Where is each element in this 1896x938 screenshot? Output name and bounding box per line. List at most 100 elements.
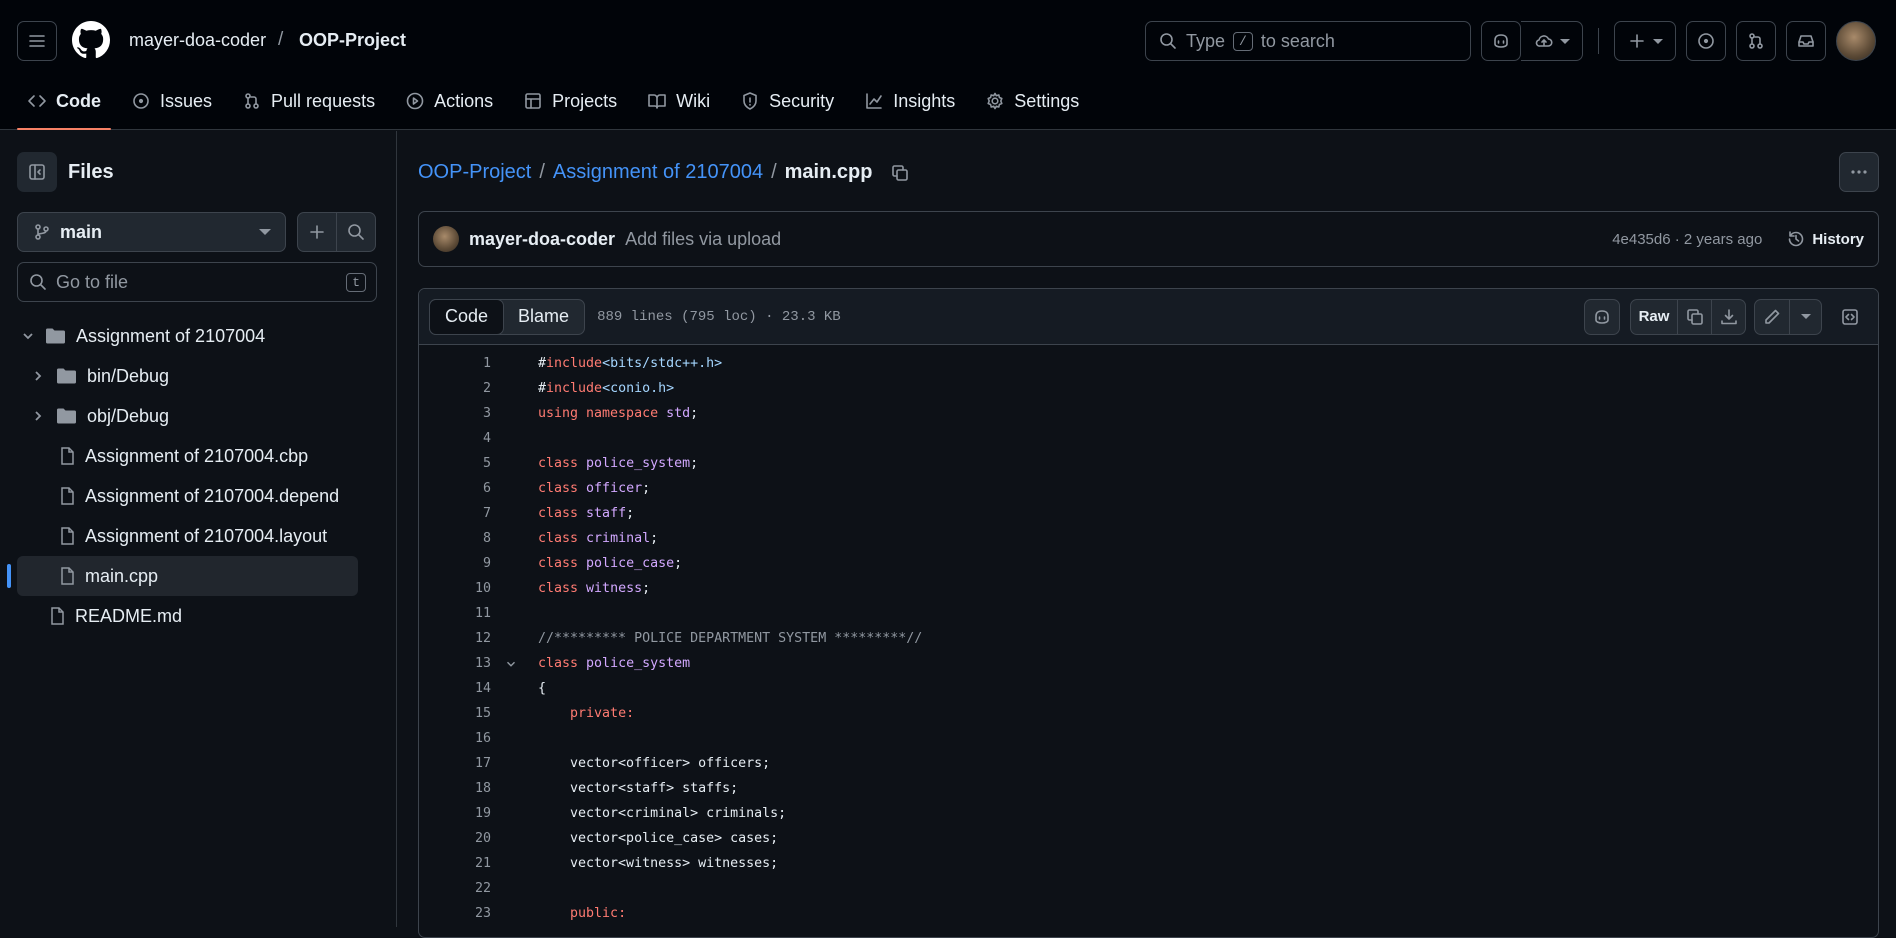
line-number[interactable]: 21 [419,856,491,871]
copy-raw-button[interactable] [1678,298,1712,335]
line-number[interactable]: 20 [419,831,491,846]
line-number[interactable]: 17 [419,756,491,771]
tree-item-folder[interactable]: obj/Debug [0,396,397,436]
line-number[interactable]: 7 [419,506,491,521]
line-number[interactable]: 14 [419,681,491,696]
symbols-panel-button[interactable] [1832,299,1868,335]
issues-button[interactable] [1686,21,1726,61]
create-new-button[interactable] [1614,21,1676,61]
file-stats: 889 lines (795 loc) · 23.3 KB [597,308,841,325]
line-number[interactable]: 4 [419,431,491,446]
code-line: 12 //********* POLICE DEPARTMENT SYSTEM *… [419,626,1878,651]
tab-wiki[interactable]: Wiki [637,82,720,120]
code-view-tab[interactable]: Code [429,298,505,335]
github-logo-icon[interactable] [72,21,110,59]
code-text: vector<police_case> cases; [538,831,779,846]
search-input[interactable]: Type / to search [1145,21,1471,61]
tree-item-file[interactable]: Assignment of 2107004.layout [0,516,397,556]
commit-message-link[interactable]: Add files via upload [625,229,781,250]
add-file-button[interactable] [297,212,337,252]
menu-button[interactable] [17,21,57,61]
search-icon [30,274,46,290]
more-options-button[interactable] [1839,152,1879,192]
code-text: class criminal; [538,531,659,546]
file-view: OOP-Project / Assignment of 2107004 / ma… [398,131,1896,938]
tab-security[interactable]: Security [730,82,844,120]
edit-options-button[interactable] [1790,298,1822,335]
line-number[interactable]: 6 [419,481,491,496]
code-line: 5 class police_system; [419,451,1878,476]
tab-insights[interactable]: Insights [854,82,965,120]
copilot-button[interactable] [1481,21,1521,61]
tree-item-file-selected[interactable]: main.cpp [7,556,358,596]
line-number[interactable]: 12 [419,631,491,646]
line-number[interactable]: 1 [419,356,491,371]
line-number[interactable]: 10 [419,581,491,596]
copilot-icon [1494,34,1508,48]
tab-issues[interactable]: Issues [121,82,222,120]
copilot-menu-button[interactable] [1521,21,1583,61]
collapse-sidebar-button[interactable] [17,152,57,192]
tab-settings[interactable]: Settings [975,82,1089,120]
go-to-file-input[interactable]: Go to file t [17,262,377,302]
search-files-button[interactable] [336,212,376,252]
line-number[interactable]: 23 [419,906,491,921]
tab-actions[interactable]: Actions [395,82,503,120]
pull-requests-button[interactable] [1736,21,1776,61]
git-pull-request-icon [245,93,259,109]
inbox-button[interactable] [1786,21,1826,61]
latest-commit-bar: mayer-doa-coder Add files via upload 4e4… [418,211,1879,267]
tree-item-folder[interactable]: Assignment of 2107004 [0,316,397,356]
edit-file-button[interactable] [1754,298,1790,335]
download-button[interactable] [1712,298,1746,335]
tree-item-folder[interactable]: bin/Debug [0,356,397,396]
copy-path-icon[interactable] [890,163,910,183]
fold-gutter[interactable] [499,657,523,671]
breadcrumb-folder-link[interactable]: Assignment of 2107004 [553,161,763,184]
tree-item-label: obj/Debug [87,405,170,426]
line-number[interactable]: 3 [419,406,491,421]
branch-selector[interactable]: main [17,212,286,252]
code-text: vector<staff> staffs; [538,781,739,796]
line-number[interactable]: 16 [419,731,491,746]
line-number[interactable]: 22 [419,881,491,896]
tree-item-label: main.cpp [85,565,159,586]
line-number[interactable]: 9 [419,556,491,571]
chevron-down-icon [1800,314,1811,319]
line-number[interactable]: 2 [419,381,491,396]
tree-item-file[interactable]: README.md [0,596,397,636]
raw-button[interactable]: Raw [1630,298,1678,335]
blame-view-tab[interactable]: Blame [503,300,584,334]
commit-author-link[interactable]: mayer-doa-coder [469,229,615,250]
header-separator: / [278,29,284,50]
line-number[interactable]: 8 [419,531,491,546]
breadcrumb-repo-link[interactable]: OOP-Project [418,161,531,184]
repo-name-link[interactable]: OOP-Project [299,30,406,51]
tab-projects[interactable]: Projects [513,82,627,120]
tab-pull-requests[interactable]: Pull requests [232,82,385,120]
line-number[interactable]: 5 [419,456,491,471]
line-number[interactable]: 19 [419,806,491,821]
tree-item-file[interactable]: Assignment of 2107004.cbp [0,436,397,476]
tab-code[interactable]: Code [17,82,111,130]
graph-icon [866,93,882,109]
line-number[interactable]: 15 [419,706,491,721]
tab-security-label: Security [769,90,835,111]
repo-owner-link[interactable]: mayer-doa-coder [129,30,266,51]
line-number[interactable]: 18 [419,781,491,796]
tree-item-file[interactable]: Assignment of 2107004.depend [0,476,397,516]
download-icon [1720,308,1737,324]
hamburger-icon [29,35,45,47]
commit-author-avatar[interactable] [433,226,459,252]
history-button[interactable]: History [1786,229,1864,249]
tree-item-label: Assignment of 2107004.cbp [85,445,309,466]
commit-sha-and-time[interactable]: 4e435d6 · 2 years ago [1612,231,1762,248]
line-number[interactable]: 11 [419,606,491,621]
line-number[interactable]: 13 [419,656,491,671]
chevron-down-icon[interactable] [504,657,518,671]
tab-settings-label: Settings [1014,90,1080,111]
user-avatar[interactable] [1836,21,1876,61]
copilot-ask-button[interactable] [1584,298,1620,335]
code-text: vector<criminal> criminals; [538,806,787,821]
view-mode-toggle: Code Blame [429,298,586,335]
